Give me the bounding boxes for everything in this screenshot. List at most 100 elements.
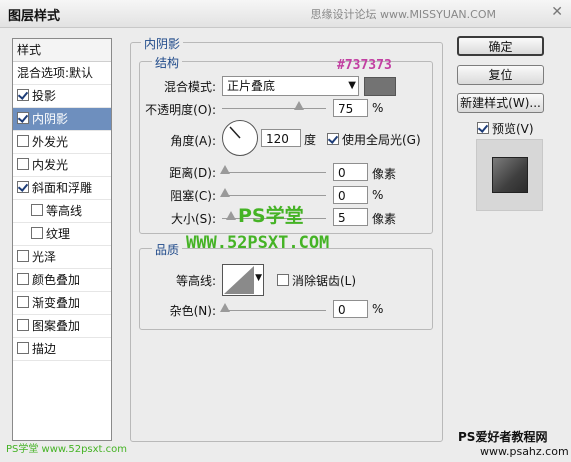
size-slider-thumb[interactable] xyxy=(226,211,236,220)
style-list-item-label: 光泽 xyxy=(32,250,57,264)
watermark-bottom-left: PS学堂 www.52psxt.com xyxy=(6,444,128,455)
blend-mode-select[interactable]: 正片叠底 ▼ xyxy=(222,76,359,96)
style-list-item[interactable]: 混合选项:默认 xyxy=(13,62,111,85)
close-icon[interactable]: ✕ xyxy=(551,4,563,20)
anti-alias-checkbox[interactable]: 消除锯齿(L) xyxy=(277,272,356,289)
preview-label: 预览(V) xyxy=(492,122,534,136)
opacity-unit: % xyxy=(372,101,384,115)
style-list-item-label: 渐变叠加 xyxy=(32,296,81,310)
size-unit: 像素 xyxy=(372,212,397,226)
global-light-checkbox[interactable]: 使用全局光(G) xyxy=(327,131,421,148)
reset-button[interactable]: 复位 xyxy=(457,65,544,85)
style-list-item[interactable]: 描边 xyxy=(13,338,111,361)
choke-slider-thumb[interactable] xyxy=(220,188,230,197)
choke-slider[interactable] xyxy=(222,195,326,196)
dropdown-arrow-icon: ▼ xyxy=(348,80,356,91)
style-list-item[interactable]: 颜色叠加 xyxy=(13,269,111,292)
angle-unit: 度 xyxy=(304,133,317,147)
style-list-item[interactable]: 斜面和浮雕 xyxy=(13,177,111,200)
style-list-item-label: 等高线 xyxy=(46,204,83,218)
angle-needle-icon xyxy=(229,126,241,139)
choke-unit: % xyxy=(372,188,384,202)
style-checkbox-icon[interactable] xyxy=(17,181,29,193)
style-checkbox-icon[interactable] xyxy=(17,250,29,262)
style-list-item-label: 投影 xyxy=(32,89,57,103)
style-list: 样式 混合选项:默认投影内阴影外发光内发光斜面和浮雕等高线纹理光泽颜色叠加渐变叠… xyxy=(12,38,112,441)
watermark-bottom-right-1: PS爱好者教程网 xyxy=(458,430,548,444)
watermark-bottom-right-2: www.psahz.com xyxy=(480,445,569,458)
style-list-item[interactable]: 等高线 xyxy=(13,200,111,223)
contour-picker[interactable]: ▼ xyxy=(222,264,264,296)
style-list-header[interactable]: 样式 xyxy=(13,39,111,62)
angle-label: 角度(A): xyxy=(170,134,216,148)
distance-slider[interactable] xyxy=(222,172,326,173)
style-checkbox-icon[interactable] xyxy=(17,342,29,354)
style-list-item-label: 图案叠加 xyxy=(32,319,81,333)
blend-mode-value: 正片叠底 xyxy=(227,79,276,93)
structure-title: 结构 xyxy=(152,54,183,71)
style-checkbox-icon[interactable] xyxy=(17,319,29,331)
blend-mode-label: 混合模式: xyxy=(163,80,216,94)
style-list-item[interactable]: 渐变叠加 xyxy=(13,292,111,315)
style-list-item-label: 颜色叠加 xyxy=(32,273,81,287)
distance-slider-thumb[interactable] xyxy=(220,165,230,174)
size-input[interactable]: 5 xyxy=(333,208,368,226)
distance-input[interactable]: 0 xyxy=(333,163,368,181)
style-checkbox-icon[interactable] xyxy=(17,135,29,147)
style-list-item[interactable]: 光泽 xyxy=(13,246,111,269)
style-checkbox-icon[interactable] xyxy=(17,158,29,170)
new-style-button[interactable]: 新建样式(W)... xyxy=(457,93,544,113)
style-list-item[interactable]: 内阴影 xyxy=(13,108,111,131)
style-list-item-label: 混合选项:默认 xyxy=(17,66,94,80)
opacity-label: 不透明度(O): xyxy=(145,103,216,117)
style-checkbox-icon[interactable] xyxy=(17,112,29,124)
distance-unit: 像素 xyxy=(372,167,397,181)
preview-checkbox[interactable]: 预览(V) xyxy=(477,120,534,137)
style-checkbox-icon[interactable] xyxy=(31,204,43,216)
opacity-slider[interactable] xyxy=(222,108,326,109)
noise-input[interactable]: 0 xyxy=(333,300,368,318)
style-list-item-label: 斜面和浮雕 xyxy=(32,181,93,195)
quality-title: 品质 xyxy=(152,241,183,258)
contour-preview-icon xyxy=(224,266,254,294)
style-list-item[interactable]: 纹理 xyxy=(13,223,111,246)
style-list-item[interactable]: 投影 xyxy=(13,85,111,108)
angle-input[interactable]: 120 xyxy=(261,129,301,147)
style-list-item-label: 外发光 xyxy=(32,135,69,149)
style-list-item-label: 纹理 xyxy=(46,227,71,241)
color-annotation: #737373 xyxy=(337,58,392,73)
style-preview-swatch xyxy=(492,157,528,193)
style-checkbox-icon[interactable] xyxy=(17,296,29,308)
global-light-check-icon xyxy=(327,133,339,145)
noise-slider-thumb[interactable] xyxy=(220,303,230,312)
global-light-label: 使用全局光(G) xyxy=(342,133,421,147)
distance-label: 距离(D): xyxy=(169,166,216,180)
style-list-item-label: 内发光 xyxy=(32,158,69,172)
dialog-title: 图层样式 xyxy=(8,9,61,24)
style-checkbox-icon[interactable] xyxy=(17,273,29,285)
opacity-slider-thumb[interactable] xyxy=(294,101,304,110)
noise-unit: % xyxy=(372,302,384,316)
style-list-item[interactable]: 外发光 xyxy=(13,131,111,154)
preview-check-icon xyxy=(477,122,489,134)
choke-label: 阻塞(C): xyxy=(170,189,216,203)
ok-button[interactable]: 确定 xyxy=(457,36,544,56)
noise-slider[interactable] xyxy=(222,310,326,311)
style-list-item[interactable]: 图案叠加 xyxy=(13,315,111,338)
style-checkbox-icon[interactable] xyxy=(31,227,43,239)
watermark-ps-school: PS学堂 xyxy=(238,205,304,227)
angle-dial[interactable] xyxy=(222,120,258,156)
choke-input[interactable]: 0 xyxy=(333,186,368,204)
style-checkbox-icon[interactable] xyxy=(17,89,29,101)
style-preview xyxy=(476,139,543,211)
style-list-item-label: 内阴影 xyxy=(32,112,69,126)
watermark-top: 思缘设计论坛 www.MISSYUAN.COM xyxy=(310,8,496,21)
opacity-input[interactable]: 75 xyxy=(333,99,368,117)
style-list-item-label: 描边 xyxy=(32,342,57,356)
title-bar: 图层样式 思缘设计论坛 www.MISSYUAN.COM ✕ xyxy=(0,0,571,28)
color-swatch[interactable] xyxy=(364,77,396,96)
contour-dropdown-arrow-icon: ▼ xyxy=(255,273,262,283)
anti-alias-check-icon xyxy=(277,274,289,286)
noise-label: 杂色(N): xyxy=(169,304,216,318)
style-list-item[interactable]: 内发光 xyxy=(13,154,111,177)
